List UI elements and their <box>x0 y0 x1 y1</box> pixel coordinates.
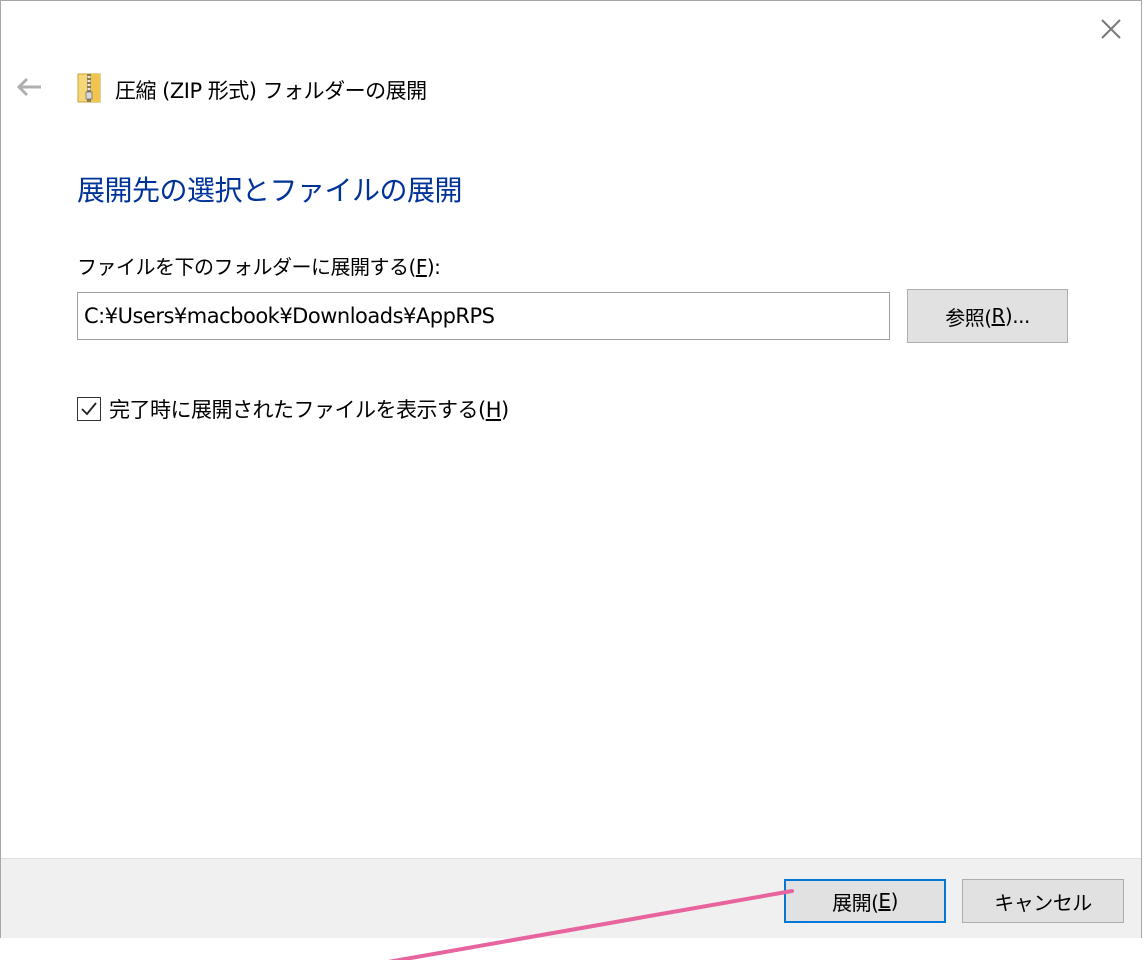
extract-button[interactable]: 展開(E) <box>784 879 946 923</box>
page-heading: 展開先の選択とファイルの展開 <box>77 174 463 207</box>
back-button[interactable] <box>13 71 45 103</box>
close-icon <box>1101 19 1121 39</box>
destination-path-input[interactable] <box>77 292 890 340</box>
zip-folder-icon <box>77 73 101 103</box>
browse-button[interactable]: 参照(R)... <box>907 289 1068 343</box>
dialog-window: 圧縮 (ZIP 形式) フォルダーの展開 展開先の選択とファイルの展開 ファイル… <box>0 0 1142 938</box>
dialog-footer: 展開(E) キャンセル <box>1 858 1141 938</box>
checkmark-icon <box>81 402 97 416</box>
window-title: 圧縮 (ZIP 形式) フォルダーの展開 <box>115 79 427 103</box>
close-button[interactable] <box>1093 11 1129 47</box>
show-files-checkbox[interactable] <box>77 397 101 421</box>
back-arrow-icon <box>16 77 41 97</box>
show-files-option[interactable]: 完了時に展開されたファイルを表示する(H) <box>77 394 509 424</box>
destination-label: ファイルを下のフォルダーに展開する(F): <box>77 255 441 279</box>
cancel-button[interactable]: キャンセル <box>962 879 1124 923</box>
show-files-label: 完了時に展開されたファイルを表示する(H) <box>109 398 509 422</box>
